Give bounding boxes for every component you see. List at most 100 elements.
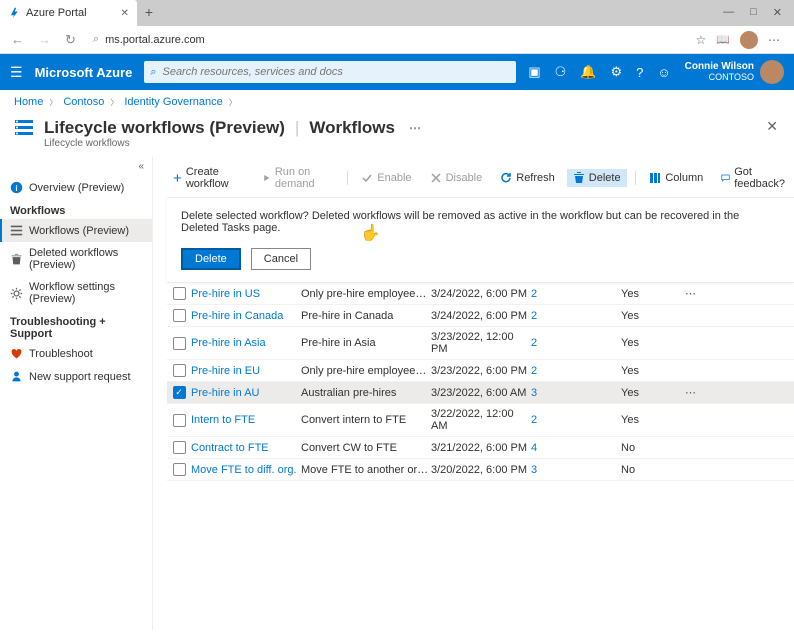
row-menu-icon[interactable]: ⋯ [681, 386, 701, 399]
workflow-name-link[interactable]: Pre-hire in Asia [191, 337, 266, 349]
workflow-count-link[interactable]: 3 [531, 387, 537, 399]
notifications-icon[interactable]: 🔔 [580, 64, 596, 80]
url-field[interactable]: ⌕ [87, 33, 688, 46]
workflow-count-link[interactable]: 3 [531, 464, 537, 476]
sidebar-item-troubleshoot[interactable]: Troubleshoot [0, 342, 152, 365]
table-row[interactable]: Intern to FTE Convert intern to FTE 3/22… [167, 404, 794, 437]
table-row[interactable]: Pre-hire in EU Only pre-hire employees i… [167, 360, 794, 382]
workflow-name-link[interactable]: Contract to FTE [191, 442, 269, 454]
page-subtitle: Lifecycle workflows [44, 138, 780, 149]
azure-icon [8, 7, 20, 19]
user-avatar [760, 60, 784, 84]
feedback-icon[interactable]: ☺ [657, 65, 670, 80]
help-icon[interactable]: ? [636, 65, 643, 80]
menu-icon[interactable]: ☰ [10, 64, 23, 81]
workflow-name-link[interactable]: Pre-hire in US [191, 288, 260, 300]
tab-title: Azure Portal [26, 7, 87, 19]
sidebar-item-deleted[interactable]: Deleted workflows (Preview) [0, 242, 152, 276]
breadcrumb-contoso[interactable]: Contoso [63, 96, 104, 108]
row-menu-icon[interactable]: ⋯ [681, 287, 701, 300]
workflow-name-link[interactable]: Pre-hire in AU [191, 387, 259, 399]
collapse-sidebar-icon[interactable]: « [0, 157, 152, 176]
sidebar-heading-support: Troubleshooting + Support [0, 310, 152, 342]
sidebar-item-workflows[interactable]: Workflows (Preview) [0, 219, 152, 242]
global-search[interactable]: ⌕ [144, 61, 516, 83]
browser-menu-icon[interactable]: ⋯ [768, 33, 780, 47]
user-name: Connie Wilson [685, 61, 754, 72]
cancel-button[interactable]: Cancel [251, 248, 311, 270]
new-tab-button[interactable]: + [137, 0, 161, 24]
workflow-active: Yes [621, 337, 681, 349]
minimize-icon[interactable]: — [723, 6, 734, 19]
tab-close-icon[interactable]: ✕ [121, 8, 129, 19]
user-block[interactable]: Connie Wilson CONTOSO [685, 60, 784, 84]
sidebar-item-overview[interactable]: i Overview (Preview) [0, 176, 152, 199]
search-input[interactable] [162, 66, 510, 78]
confirm-delete-button[interactable]: Delete [181, 248, 241, 270]
settings-icon[interactable]: ⚙ [610, 64, 622, 80]
workflow-count-link[interactable]: 2 [531, 310, 537, 322]
workflow-count-link[interactable]: 2 [531, 288, 537, 300]
column-button[interactable]: Column [643, 169, 709, 187]
close-window-icon[interactable]: ✕ [773, 6, 782, 19]
close-blade-icon[interactable]: ✕ [766, 118, 778, 135]
maximize-icon[interactable]: □ [750, 6, 757, 19]
feedback-button[interactable]: Got feedback? [715, 163, 794, 193]
table-row[interactable]: Pre-hire in US Only pre-hire employees i… [167, 283, 794, 305]
workflow-count-link[interactable]: 2 [531, 337, 537, 349]
table-row[interactable]: Contract to FTE Convert CW to FTE 3/21/2… [167, 437, 794, 459]
breadcrumb-ig[interactable]: Identity Governance [124, 96, 222, 108]
main-panel: Create workflow Run on demand Enable Dis… [152, 157, 794, 630]
row-checkbox[interactable] [173, 337, 186, 350]
disable-button: Disable [424, 169, 489, 187]
row-checkbox[interactable] [173, 414, 186, 427]
table-row[interactable]: Move FTE to diff. org. Move FTE to anoth… [167, 459, 794, 481]
row-checkbox[interactable] [173, 463, 186, 476]
workflow-count-link[interactable]: 2 [531, 414, 537, 426]
table-row[interactable]: Pre-hire in Canada Pre-hire in Canada 3/… [167, 305, 794, 327]
sidebar-item-settings[interactable]: Workflow settings (Preview) [0, 276, 152, 310]
refresh-button[interactable]: Refresh [494, 169, 561, 187]
breadcrumb-home[interactable]: Home [14, 96, 43, 108]
button-label: Got feedback? [734, 166, 788, 190]
row-checkbox[interactable] [173, 364, 186, 377]
workflow-name-link[interactable]: Pre-hire in EU [191, 365, 260, 377]
svg-text:i: i [15, 184, 17, 193]
profile-avatar[interactable] [740, 31, 758, 49]
table-row[interactable]: Pre-hire in Asia Pre-hire in Asia 3/23/2… [167, 327, 794, 360]
row-checkbox[interactable] [173, 287, 186, 300]
browser-tab[interactable]: Azure Portal ✕ [0, 0, 137, 26]
workflow-count-link[interactable]: 2 [531, 365, 537, 377]
gear-icon [10, 287, 23, 300]
row-checkbox[interactable] [173, 441, 186, 454]
page-menu-icon[interactable]: ⋯ [409, 121, 421, 135]
workflow-desc: Convert CW to FTE [301, 442, 431, 454]
command-bar: Create workflow Run on demand Enable Dis… [167, 159, 794, 198]
favorite-icon[interactable]: ☆ [696, 33, 707, 47]
play-icon [262, 172, 271, 184]
create-workflow-button[interactable]: Create workflow [167, 163, 250, 193]
button-label: Run on demand [275, 166, 333, 190]
table-row[interactable]: ✓ Pre-hire in AU Australian pre-hires 3/… [167, 382, 794, 404]
workflow-name-link[interactable]: Intern to FTE [191, 414, 255, 426]
delete-button[interactable]: Delete [567, 169, 627, 187]
forward-button[interactable]: → [35, 32, 54, 47]
url-input[interactable] [105, 34, 681, 46]
sidebar-item-label: New support request [29, 371, 131, 383]
workflow-date: 3/23/2022, 12:00 PM [431, 331, 531, 355]
workflow-count-link[interactable]: 4 [531, 442, 537, 454]
workflow-name-link[interactable]: Move FTE to diff. org. [191, 464, 297, 476]
refresh-button[interactable]: ↻ [62, 32, 79, 48]
button-label: Column [665, 172, 703, 184]
back-button[interactable]: ← [8, 32, 27, 47]
sidebar-item-new-request[interactable]: New support request [0, 365, 152, 388]
row-checkbox[interactable]: ✓ [173, 386, 186, 399]
cloud-shell-icon[interactable]: ▣ [528, 64, 540, 80]
page-header: Lifecycle workflows (Preview) | Workflow… [0, 114, 794, 157]
workflow-name-link[interactable]: Pre-hire in Canada [191, 310, 283, 322]
row-checkbox[interactable] [173, 309, 186, 322]
workflow-date: 3/22/2022, 12:00 AM [431, 408, 531, 432]
reading-icon[interactable]: 📖 [716, 33, 730, 46]
directories-icon[interactable]: ⚆ [555, 64, 567, 80]
window-controls: — □ ✕ [711, 0, 794, 25]
